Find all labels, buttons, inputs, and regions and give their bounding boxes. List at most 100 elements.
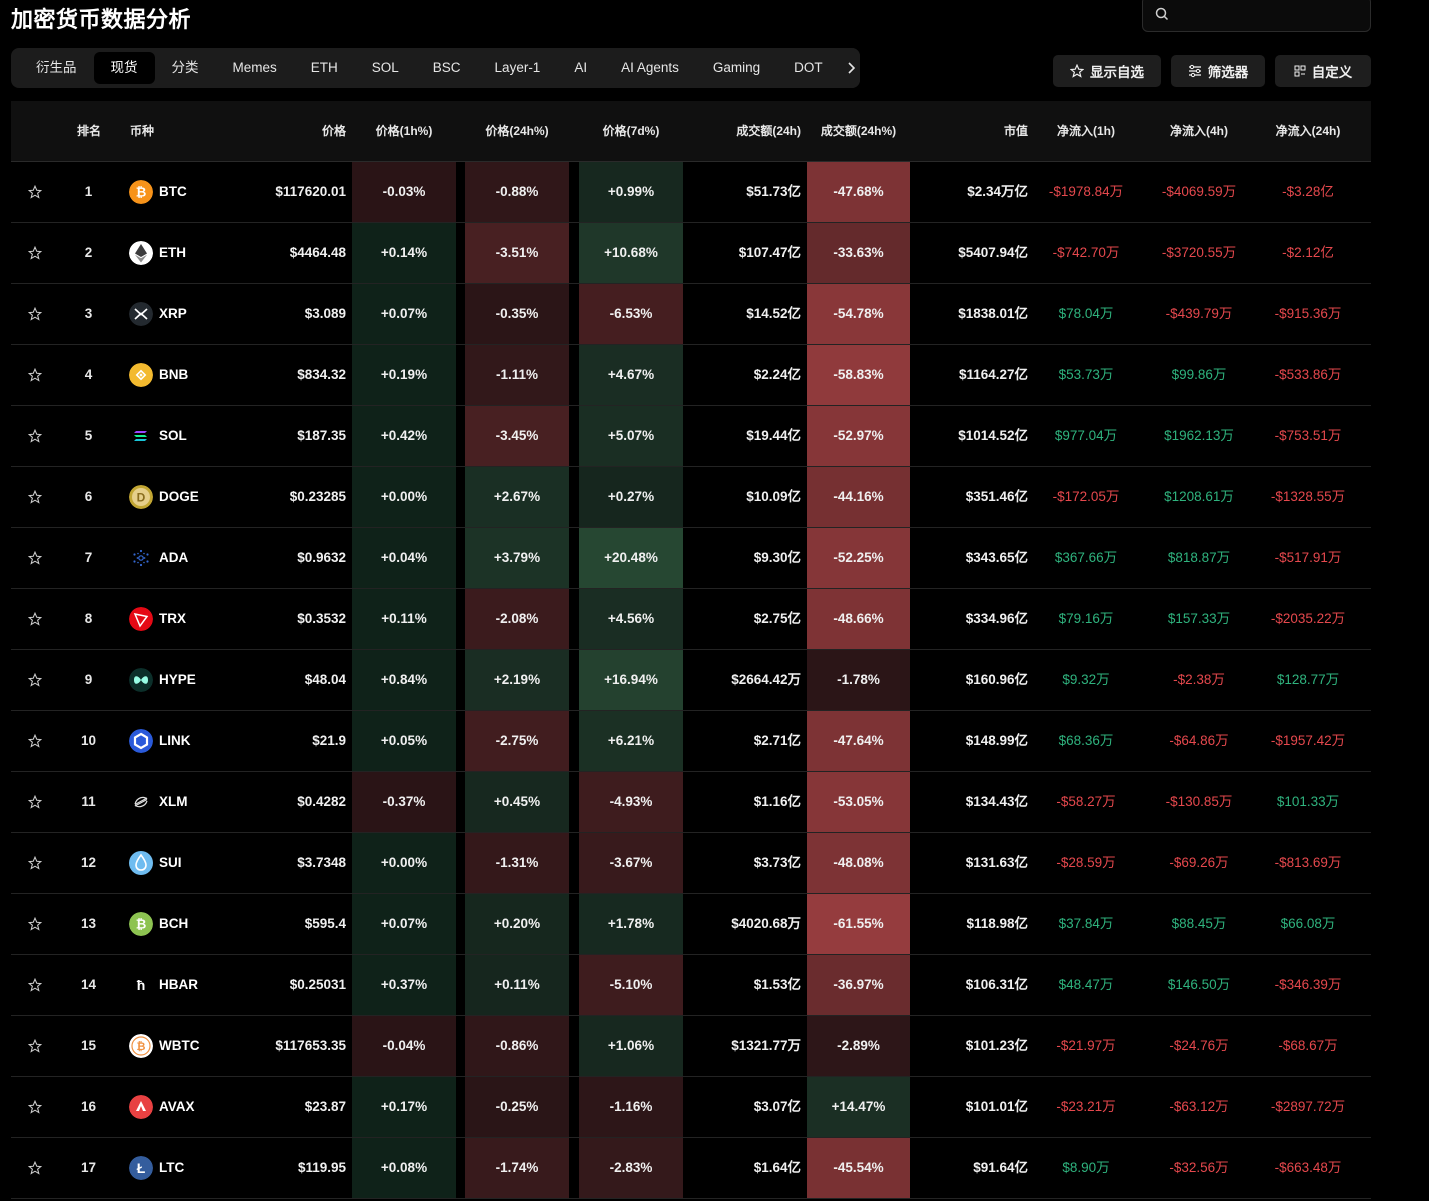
favorite-star-icon[interactable] [28, 673, 42, 687]
tab-layer-1[interactable]: Layer-1 [478, 52, 558, 84]
favorite-star-icon[interactable] [28, 246, 42, 260]
price-cell: $21.9 [312, 733, 346, 748]
coin-symbol[interactable]: TRX [159, 589, 186, 649]
table-row[interactable]: 13 ₿ BCH $595.4 +0.07% +0.20% +1.78% $4020.68万 -… [11, 894, 1371, 955]
favorite-star-icon[interactable] [28, 978, 42, 992]
coin-symbol[interactable]: LINK [159, 711, 191, 771]
chg1h-cell: +0.11% [352, 589, 456, 649]
col-flow4h[interactable]: 净流入(4h) [1144, 101, 1254, 162]
table-row[interactable]: 3 XRP $3.089 +0.07% -0.35% -6.53% $14.52亿 -54.7… [11, 284, 1371, 345]
tab-ai[interactable]: AI [557, 52, 604, 84]
chg24h-cell: +2.19% [465, 650, 569, 710]
col-chg24h[interactable]: 价格(24h%) [465, 101, 569, 162]
table-row[interactable]: 6 D DOGE $0.23285 +0.00% +2.67% +0.27% $10.09亿 -… [11, 467, 1371, 528]
tab-ai-agents[interactable]: AI Agents [604, 52, 696, 84]
chg24h-cell: -0.88% [465, 162, 569, 222]
coin-symbol[interactable]: BNB [159, 345, 188, 405]
favorite-star-icon[interactable] [28, 368, 42, 382]
tab-gaming[interactable]: Gaming [696, 52, 777, 84]
col-rank[interactable]: 排名 [77, 101, 101, 162]
col-flow24h[interactable]: 净流入(24h) [1253, 101, 1363, 162]
show-watchlist-button[interactable]: 显示自选 [1053, 55, 1161, 87]
favorite-star-icon[interactable] [28, 917, 42, 931]
favorite-star-icon[interactable] [28, 490, 42, 504]
tab-dot[interactable]: DOT [777, 52, 840, 84]
favorite-star-icon[interactable] [28, 1039, 42, 1053]
coin-symbol[interactable]: LTC [159, 1138, 184, 1198]
tab-bsc[interactable]: BSC [416, 52, 478, 84]
tab-现货[interactable]: 现货 [93, 52, 155, 84]
col-chg7d[interactable]: 价格(7d%) [579, 101, 683, 162]
market-cap-cell: $91.64亿 [973, 1160, 1028, 1175]
favorite-star-icon[interactable] [28, 185, 42, 199]
tab-memes[interactable]: Memes [216, 52, 294, 84]
rank-cell: 9 [84, 672, 93, 687]
sol-icon [129, 424, 153, 448]
tab-eth[interactable]: ETH [294, 52, 355, 84]
coin-symbol[interactable]: HBAR [159, 955, 198, 1015]
coin-symbol[interactable]: XLM [159, 772, 188, 832]
table-row[interactable]: 2 ETH $4464.48 +0.14% -3.51% +10.68% $107.47亿 -… [11, 223, 1371, 284]
table-row[interactable]: 16 AVAX $23.87 +0.17% -0.25% -1.16% $3.07亿 +14.… [11, 1077, 1371, 1138]
favorite-star-icon[interactable] [28, 734, 42, 748]
search-input[interactable] [1142, 0, 1371, 32]
table-row[interactable]: 8 TRX $0.3532 +0.11% -2.08% +4.56% $2.75亿 -48.6… [11, 589, 1371, 650]
page-title: 加密货币数据分析 [11, 7, 192, 32]
col-coin[interactable]: 币种 [130, 101, 154, 162]
col-chg1h[interactable]: 价格(1h%) [352, 101, 456, 162]
col-flow1h[interactable]: 净流入(1h) [1031, 101, 1141, 162]
trx-icon [129, 607, 153, 631]
table-row[interactable]: 5 SOL $187.35 +0.42% -3.45% +5.07% $19.44亿 -52.… [11, 406, 1371, 467]
tab-分类[interactable]: 分类 [155, 52, 216, 84]
favorite-star-icon[interactable] [28, 856, 42, 870]
flow1h-cell: -$172.05万 [1052, 489, 1120, 504]
coin-symbol[interactable]: AVAX [159, 1077, 195, 1137]
table-row[interactable]: 4 BNB $834.32 +0.19% -1.11% +4.67% $2.24亿 -58.8… [11, 345, 1371, 406]
coin-symbol[interactable]: ADA [159, 528, 188, 588]
favorite-star-icon[interactable] [28, 307, 42, 321]
table-row[interactable]: 17 Ł LTC $119.95 +0.08% -1.74% -2.83% $1.64亿 -45… [11, 1138, 1371, 1199]
table-row[interactable]: 14 ħ HBAR $0.25031 +0.37% +0.11% -5.10% $1.53亿 -… [11, 955, 1371, 1016]
col-vol24h[interactable]: 成交额(24h) [691, 101, 801, 162]
table-row[interactable]: 12 SUI $3.7348 +0.00% -1.31% -3.67% $3.73亿 -48.… [11, 833, 1371, 894]
coin-symbol[interactable]: BTC [159, 162, 187, 222]
col-vol24h-chg[interactable]: 成交额(24h%) [807, 101, 910, 162]
favorite-star-icon[interactable] [28, 551, 42, 565]
chg7d-cell: +5.07% [579, 406, 683, 466]
chg7d-cell: +4.67% [579, 345, 683, 405]
col-price[interactable]: 价格 [221, 101, 346, 162]
col-mcap[interactable]: 市值 [911, 101, 1028, 162]
favorite-star-icon[interactable] [28, 1100, 42, 1114]
table-row[interactable]: 15 ₿ WBTC $117653.35 -0.04% -0.86% +1.06% $1321… [11, 1016, 1371, 1077]
table-row[interactable]: 7 ADA $0.9632 +0.04% +3.79% +20.48% $9.30亿 -52.… [11, 528, 1371, 589]
doge-icon: D [129, 485, 153, 509]
coin-symbol[interactable]: SUI [159, 833, 182, 893]
coin-symbol[interactable]: DOGE [159, 467, 199, 527]
coin-symbol[interactable]: SOL [159, 406, 187, 466]
flow4h-cell: -$24.76万 [1169, 1038, 1229, 1053]
customize-button[interactable]: 自定义 [1275, 55, 1371, 87]
flow4h-cell: -$64.86万 [1169, 733, 1229, 748]
table-row[interactable]: 1 ₿ BTC $117620.01 -0.03% -0.88% +0.99% $51.73亿… [11, 162, 1371, 223]
coin-symbol[interactable]: WBTC [159, 1016, 200, 1076]
volume-cell: $1.16亿 [753, 794, 801, 809]
tab-衍生品[interactable]: 衍生品 [19, 52, 94, 84]
coin-symbol[interactable]: XRP [159, 284, 187, 344]
favorite-star-icon[interactable] [28, 429, 42, 443]
tabs-next-button[interactable] [842, 48, 860, 88]
tab-sol[interactable]: SOL [355, 52, 416, 84]
favorite-star-icon[interactable] [28, 612, 42, 626]
table-row[interactable]: 11 XLM $0.4282 -0.37% +0.45% -4.93% $1.16亿 -53.… [11, 772, 1371, 833]
table-row[interactable]: 10 LINK $21.9 +0.05% -2.75% +6.21% $2.71亿 -47.6… [11, 711, 1371, 772]
chg1h-cell: +0.08% [352, 1138, 456, 1198]
table-row[interactable]: 9 HYPE $48.04 +0.84% +2.19% +16.94% $2664.42万 -… [11, 650, 1371, 711]
coin-symbol[interactable]: BCH [159, 894, 188, 954]
favorite-star-icon[interactable] [28, 795, 42, 809]
coin-symbol[interactable]: HYPE [159, 650, 196, 710]
filter-button[interactable]: 筛选器 [1171, 55, 1265, 87]
market-cap-cell: $1014.52亿 [958, 428, 1028, 443]
coin-symbol[interactable]: ETH [159, 223, 186, 283]
ada-icon [129, 546, 153, 570]
market-cap-cell: $131.63亿 [965, 855, 1028, 870]
favorite-star-icon[interactable] [28, 1161, 42, 1175]
